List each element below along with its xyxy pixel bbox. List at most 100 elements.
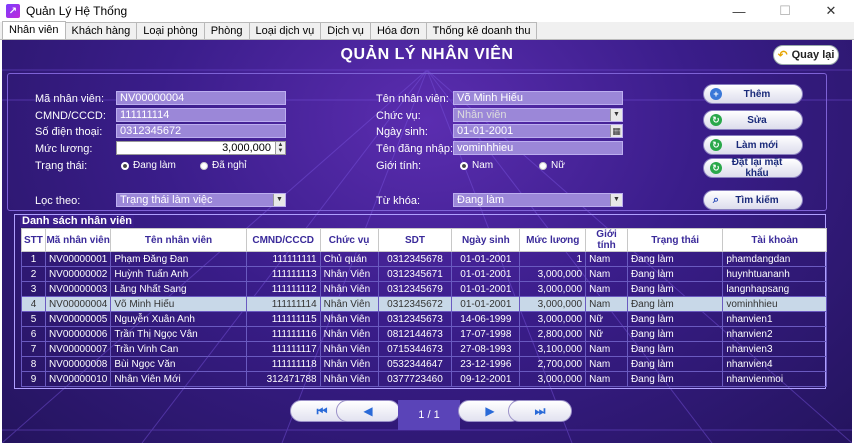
column-header[interactable]: Tài khoản [722, 228, 827, 252]
table-cell: 111111115 [245, 311, 321, 327]
table-cell: 2 [21, 266, 46, 282]
ngay-sinh-label: Ngày sinh: [376, 126, 428, 138]
table-cell: 111111112 [245, 281, 321, 297]
tab-bar: Nhân viên Khách hàng Loại phòng Phòng Lo… [0, 21, 854, 40]
column-header[interactable]: SDT [377, 228, 453, 252]
radio-nu[interactable]: Nữ [539, 160, 565, 171]
muc-luong-value: 3,000,000 [222, 142, 271, 154]
trang-thai-label: Trạng thái: [35, 160, 88, 172]
column-header[interactable]: CMND/CCCD [245, 228, 321, 252]
table-row[interactable]: 3 NV00000003 Lăng Nhất Sang 111111112 Nhân V… [21, 281, 827, 297]
add-button[interactable]: + Thêm [703, 84, 803, 104]
chevron-down-icon[interactable]: ▼ [273, 194, 285, 206]
ma-nv-field[interactable]: NV00000004 [116, 91, 286, 105]
ten-dang-nhap-field[interactable]: vominhhieu [453, 141, 623, 155]
table-cell: 3,000,000 [519, 296, 587, 312]
column-header[interactable]: Chức vụ [319, 228, 379, 252]
table-cell: Nam [585, 266, 628, 282]
muc-luong-stepper[interactable]: 3,000,000 ▲ ▼ [116, 141, 286, 155]
tab-nhan-vien[interactable]: Nhân viên [2, 21, 66, 39]
reset-password-button[interactable]: ↻ Đặt lại mật khẩu [703, 157, 803, 179]
tab-khach-hang[interactable]: Khách hàng [64, 22, 138, 39]
tab-dich-vu[interactable]: Dịch vụ [320, 22, 371, 39]
ten-nv-field[interactable]: Võ Minh Hiếu [453, 91, 623, 105]
table-cell: Bùi Ngọc Văn [110, 356, 247, 372]
chevron-down-icon[interactable]: ▼ [610, 109, 622, 121]
reset-button[interactable]: ↻ Làm mới [703, 135, 803, 155]
tu-khoa-label: Từ khóa: [376, 195, 421, 207]
table-cell: 6 [21, 326, 46, 342]
column-header[interactable]: Giới tính [585, 228, 628, 252]
page-indicator: 1 / 1 [398, 400, 460, 430]
radio-da-nghi[interactable]: Đã nghỉ [200, 160, 246, 171]
column-header[interactable]: Tên nhân viên [110, 228, 247, 252]
tab-thong-ke[interactable]: Thống kê doanh thu [425, 22, 538, 39]
maximize-button[interactable]: ☐ [762, 0, 808, 22]
sdt-field[interactable]: 0312345672 [116, 124, 286, 138]
tab-hoa-don[interactable]: Hóa đơn [369, 22, 427, 39]
reset-button-label: Làm mới [735, 139, 779, 151]
table-cell: Nhân Viên Mới [110, 371, 247, 387]
table-row[interactable]: 5 NV00000005 Nguyễn Xuân Anh 111111115 Nhân … [21, 311, 827, 327]
calendar-icon[interactable]: ▦ [610, 125, 622, 137]
sdt-label: Số điện thoại: [35, 126, 103, 138]
table-cell: 0312345678 [377, 251, 453, 267]
table-row[interactable]: 1 NV00000001 Phạm Đăng Đan 111111111 Chủ quá… [21, 251, 827, 267]
radio-da-nghi-label: Đã nghỉ [212, 160, 247, 171]
table-cell: NV00000007 [44, 341, 112, 357]
table-cell: 23-12-1996 [451, 356, 521, 372]
chevron-down-icon[interactable]: ▼ [610, 194, 622, 206]
tab-loai-dich-vu[interactable]: Loại dịch vụ [248, 22, 322, 39]
ngay-sinh-field[interactable]: 01-01-2001 ▦ [453, 124, 623, 138]
plus-icon: + [710, 88, 722, 100]
radio-nam[interactable]: Nam [460, 160, 493, 171]
prev-page-button[interactable]: ◀ [336, 400, 400, 422]
column-header[interactable]: Trạng thái [626, 228, 724, 252]
table-row[interactable]: 9 NV00000010 Nhân Viên Mới 312471788 Nhân Vi… [21, 371, 827, 387]
chuc-vu-select[interactable]: Nhân viên ▼ [453, 108, 623, 122]
table-cell: 3,100,000 [519, 341, 587, 357]
table-cell: Nữ [585, 326, 628, 342]
table-cell: 3,000,000 [519, 311, 587, 327]
table-row[interactable]: 4 NV00000004 Võ Minh Hiếu 111111114 Nhân Viê… [21, 296, 827, 312]
column-header[interactable]: Mức lương [519, 228, 587, 252]
radio-dang-lam[interactable]: Đang làm [121, 160, 176, 171]
tu-khoa-select[interactable]: Đang làm ▼ [453, 193, 623, 207]
gioi-tinh-label: Giới tính: [376, 160, 422, 172]
column-header[interactable]: Ngày sinh [451, 228, 521, 252]
cmnd-field[interactable]: 111111114 [116, 108, 286, 122]
tu-khoa-value: Đang làm [457, 194, 505, 206]
tab-phong[interactable]: Phòng [203, 22, 250, 39]
table-cell: 2,700,000 [519, 356, 587, 372]
radio-unselected-icon [539, 161, 547, 170]
table-cell: NV00000001 [44, 251, 112, 267]
table-cell: 9 [21, 371, 46, 387]
last-page-button[interactable]: ⏭ [508, 400, 572, 422]
table-cell: NV00000006 [44, 326, 112, 342]
edit-button[interactable]: ↻ Sửa [703, 110, 803, 130]
reset-password-label: Đặt lại mật khẩu [731, 157, 783, 179]
column-header[interactable]: STT [21, 228, 46, 252]
table-row[interactable]: 2 NV00000002 Huỳnh Tuấn Anh 111111113 Nhân V… [21, 266, 827, 282]
table-row[interactable]: 7 NV00000007 Trần Vinh Can 111111117 Nhân Vi… [21, 341, 827, 357]
column-header[interactable]: Mã nhân viên [44, 228, 112, 252]
search-button[interactable]: ⌕ Tìm kiếm [703, 190, 803, 210]
table-cell: nhanvienmoi [722, 371, 827, 387]
close-button[interactable]: ✕ [808, 0, 854, 22]
table-cell: Võ Minh Hiếu [110, 296, 247, 312]
spin-arrows-icon[interactable]: ▲ ▼ [275, 142, 285, 154]
table-row[interactable]: 6 NV00000006 Trần Thị Ngọc Vân 111111116 Nhâ… [21, 326, 827, 342]
table-cell: Nam [585, 356, 628, 372]
app-icon: ↗ [6, 4, 20, 18]
edit-button-label: Sửa [747, 114, 767, 126]
table-row[interactable]: 8 NV00000008 Bùi Ngọc Văn 111111118 Nhân Viê… [21, 356, 827, 372]
radio-unselected-icon [200, 161, 208, 170]
minimize-button[interactable]: — [716, 0, 762, 22]
table-cell: Chủ quán [319, 251, 379, 267]
table-cell: Phạm Đăng Đan [110, 251, 247, 267]
loc-theo-select[interactable]: Trạng thái làm việc ▼ [116, 193, 286, 207]
back-button[interactable]: ↶ Quay lại [773, 45, 839, 65]
search-button-label: Tìm kiếm [735, 194, 779, 206]
table-cell: nhanvien4 [722, 356, 827, 372]
tab-loai-phong[interactable]: Loại phòng [136, 22, 205, 39]
